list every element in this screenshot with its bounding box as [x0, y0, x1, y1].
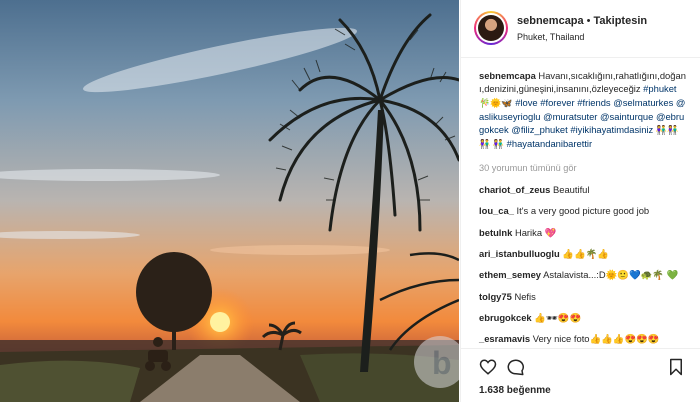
comment-username[interactable]: ebrugokcek — [479, 312, 532, 323]
comment-text: Astalavista...:D🌞🙂💙🐢🌴 💚 — [543, 269, 679, 281]
follow-status-button[interactable]: Takiptesin — [594, 15, 648, 27]
avatar[interactable] — [474, 11, 508, 45]
mention-filiz[interactable]: @filiz_phuket — [511, 124, 567, 135]
caption-username[interactable]: sebnemcapa — [479, 70, 536, 81]
comment-username[interactable]: tolgy75 — [479, 291, 512, 302]
comment-username[interactable]: betulnk — [479, 227, 512, 238]
location-link[interactable]: Phuket, Thailand — [517, 32, 584, 42]
view-all-comments-link[interactable]: 30 yorumun tümünü gör — [479, 162, 689, 175]
hashtag-phuket[interactable]: #phuket — [643, 83, 676, 94]
heart-icon[interactable] — [479, 358, 497, 376]
comment-text: 👍👍🌴👍 — [562, 247, 610, 259]
comment-username[interactable]: ethem_semey — [479, 269, 541, 280]
comments-section[interactable]: sebnemcapa Havanı,sıcaklığını,rahatlığın… — [461, 58, 700, 348]
comment-item: chariot_of_zeus Beautiful — [479, 183, 689, 196]
comment-item: ari_istanbulluoglu 👍👍🌴👍 — [479, 247, 689, 260]
post-panel: sebnemcapa • Takiptesin Phuket, Thailand s… — [460, 0, 700, 402]
comment-item: betulnk Harika 💖 — [479, 226, 689, 239]
hashtag-hayatandanibarettir[interactable]: #hayatandanibarettir — [507, 138, 592, 149]
comment-text: Nefis — [514, 290, 536, 302]
comment-item: lou_ca_ It's a very good picture good jo… — [479, 204, 689, 217]
comment-username[interactable]: ari_istanbulluoglu — [479, 248, 560, 259]
post-caption: sebnemcapa Havanı,sıcaklığını,rahatlığın… — [479, 69, 689, 152]
comment-text: 👍🕶😍😍 — [534, 311, 582, 323]
comment-username[interactable]: _esramavis — [479, 333, 530, 344]
likes-count[interactable]: 1.638 beğenme — [479, 385, 551, 396]
caption-hashtags[interactable]: #love #forever #friends — [515, 97, 610, 108]
hashtag-iyikihayatimdasiniz[interactable]: #iyikihayatimdasiniz — [570, 124, 653, 135]
header-username[interactable]: sebnemcapa — [517, 15, 584, 27]
bookmark-icon[interactable] — [667, 358, 685, 376]
comment-item: tolgy75 Nefis — [479, 290, 689, 303]
comment-text: It's a very good picture good job — [516, 205, 650, 217]
comment-username[interactable]: lou_ca_ — [479, 205, 514, 216]
action-bar — [461, 348, 700, 380]
post-header: sebnemcapa • Takiptesin Phuket, Thailand — [461, 0, 700, 58]
comment-text: Beautiful — [552, 184, 590, 196]
caption-emoji-3: 👫 — [492, 139, 505, 150]
comment-username[interactable]: chariot_of_zeus — [479, 184, 550, 195]
comment-item: _esramavis Very nice foto👍👍👍😍😍😍 — [479, 332, 689, 345]
caption-emoji-1: 🎋🌞🦋 — [479, 97, 513, 108]
svg-text:b: b — [432, 345, 452, 381]
comment-item: ethem_semey Astalavista...:D🌞🙂💙🐢🌴 💚 — [479, 268, 689, 281]
header-separator: • — [586, 15, 591, 27]
post-photo[interactable]: b — [0, 0, 459, 402]
comment-icon[interactable] — [507, 358, 525, 376]
comment-text: Very nice foto👍👍👍😍😍😍 — [532, 333, 660, 345]
comment-text: Harika 💖 — [514, 226, 557, 238]
comment-item: ebrugokcek 👍🕶😍😍 — [479, 311, 689, 324]
